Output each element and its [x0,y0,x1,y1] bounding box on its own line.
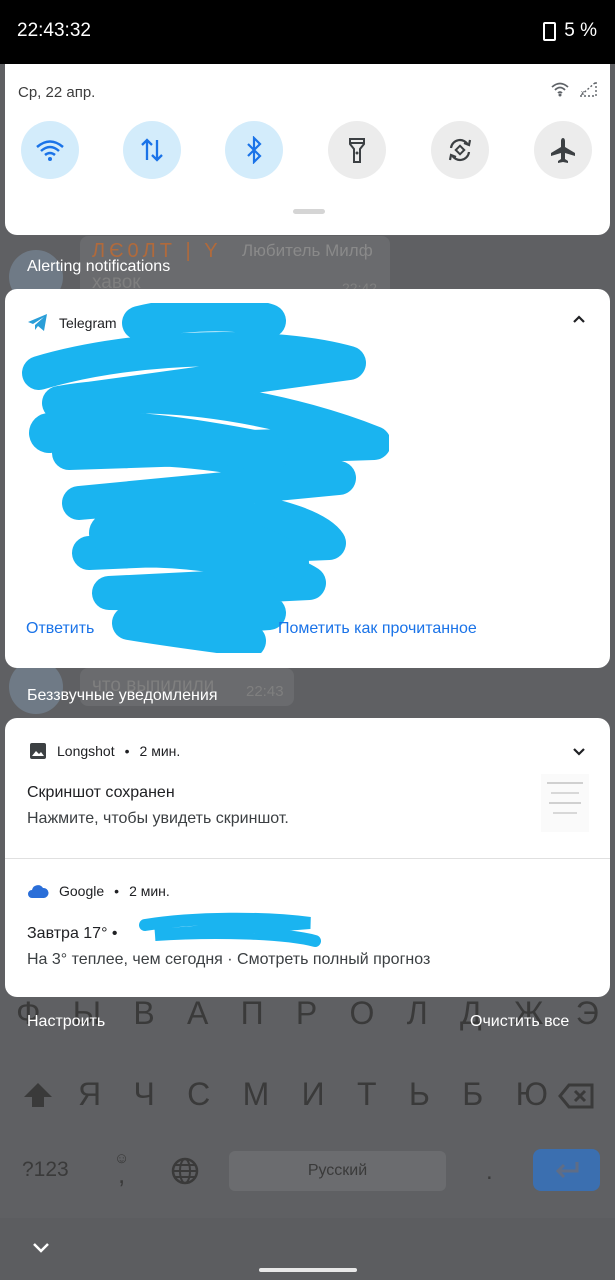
separator-dot: • [124,743,130,759]
key[interactable]: Л [407,995,428,1050]
google-app-row: Google • 2 мин. [27,883,170,899]
globe-icon [171,1157,199,1185]
shift-icon [24,1083,52,1107]
quick-settings-panel: Ср, 22 апр. x [5,64,610,235]
key[interactable]: Т [357,1076,377,1113]
key[interactable]: С [187,1076,210,1113]
key[interactable]: И [302,1076,325,1113]
signal-indicators: x [550,80,598,98]
qs-date: Ср, 22 апр. [18,84,96,101]
airplane-icon [551,138,575,163]
wifi-icon [36,140,64,161]
airplane-mode-tile[interactable] [534,121,592,179]
reply-action-button[interactable]: Ответить [26,620,94,638]
mobile-data-icon [141,138,163,162]
svg-text:x: x [581,90,585,97]
key[interactable]: Ч [133,1076,154,1113]
period-key[interactable]: . [486,1158,493,1186]
symbols-key[interactable]: ?123 [22,1158,69,1182]
bluetooth-tile[interactable] [225,121,283,179]
cell-signal-icon: x [578,80,597,97]
mobile-data-tile[interactable] [123,121,181,179]
collapse-button[interactable] [571,313,587,325]
telegram-notification[interactable]: Telegram 3 ч. Ответить Пометить как проч… [5,289,610,668]
hide-keyboard-button[interactable] [32,1242,50,1254]
silent-section-header: Беззвучные уведомления [27,687,218,704]
key[interactable]: Р [296,995,317,1050]
keyboard-row-3: Я Ч С М И Т Ь Б Ю [78,1076,548,1113]
space-label: Русский [307,1162,368,1179]
bluetooth-icon [247,136,262,164]
wifi-signal-icon [551,82,569,97]
language-key[interactable] [170,1156,200,1186]
enter-key[interactable] [533,1149,600,1191]
flashlight-tile[interactable] [328,121,386,179]
key[interactable]: Я [78,1076,101,1113]
google-app-name: Google [59,883,105,899]
chevron-up-icon [573,315,585,323]
flashlight-icon [349,138,365,163]
cloud-icon [28,885,49,898]
key[interactable]: Ю [516,1076,548,1113]
longshot-title: Скриншот сохранен [27,784,175,801]
longshot-age: 2 мин. [139,743,181,759]
space-bar[interactable]: Русский [229,1151,446,1191]
chevron-down-icon [33,1243,49,1253]
chat-message-time: 22:43 [246,683,284,700]
battery-icon [543,21,557,41]
wifi-tile[interactable] [21,121,79,179]
battery-percent: 5 % [564,20,597,41]
google-text: На 3° теплее, чем сегодня · Смотреть пол… [27,951,431,968]
key[interactable]: В [133,995,154,1050]
auto-rotate-icon [448,138,472,162]
status-bar: 22:43:32 5 % [0,0,615,64]
qs-expand-handle[interactable] [293,209,325,214]
longshot-app-name: Longshot [57,743,115,759]
key[interactable]: Ь [409,1076,430,1113]
settings-button[interactable]: Настроить [27,1013,105,1031]
backspace-key[interactable] [558,1082,596,1110]
google-age: 2 мин. [129,883,170,899]
chevron-down-icon [573,748,585,756]
status-clock: 22:43:32 [17,20,91,41]
key[interactable]: А [187,995,208,1050]
backspace-icon [558,1083,594,1109]
mark-read-action-button[interactable]: Пометить как прочитанное [278,620,477,638]
battery-indicator: 5 % [543,20,597,42]
screenshot-thumbnail [541,774,589,832]
longshot-text: Нажмите, чтобы увидеть скриншот. [27,810,289,827]
longshot-app-row: Longshot • 2 мин. [29,742,180,760]
comma-label: , [118,1159,126,1189]
expand-button[interactable] [571,746,587,758]
redaction-scribble [22,303,389,653]
separator-dot: • [114,883,120,899]
longshot-notification[interactable]: Longshot • 2 мин. Скриншот сохранен Нажм… [5,718,610,858]
google-title: Завтра 17° • [27,925,118,942]
clear-all-button[interactable]: Очистить все [470,1013,569,1031]
key[interactable]: Э [576,995,599,1050]
emoji-comma-key[interactable]: ☺ , [114,1150,129,1189]
redaction-scribble [139,912,321,947]
google-notification[interactable]: Google • 2 мин. Завтра 17° • На 3° тепле… [5,859,610,997]
key[interactable]: М [243,1076,270,1113]
alerting-section-header: Alerting notifications [27,258,171,275]
home-gesture-bar[interactable] [259,1268,357,1272]
enter-icon [555,1162,578,1179]
silent-notifications-group: Longshot • 2 мин. Скриншот сохранен Нажм… [5,718,610,997]
key[interactable]: Б [462,1076,483,1113]
shift-key[interactable] [22,1080,54,1110]
key[interactable]: П [241,995,264,1050]
image-icon [30,743,46,759]
key[interactable]: О [350,995,375,1050]
chat-sender-tag: Любитель Милф [242,241,373,260]
auto-rotate-tile[interactable] [431,121,489,179]
